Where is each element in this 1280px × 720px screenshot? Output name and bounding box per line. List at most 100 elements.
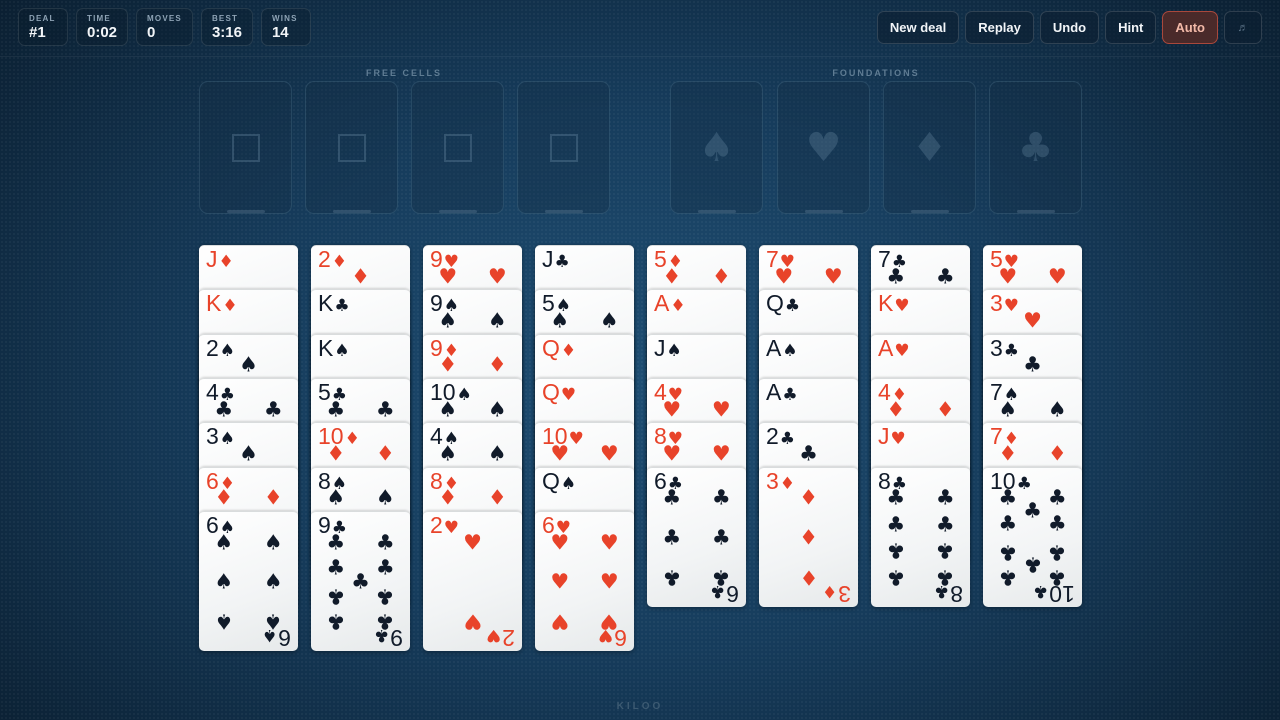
club-icon: ♣ xyxy=(263,397,283,422)
card-corner: Q ♣ xyxy=(766,292,800,315)
heart-icon: ♥ xyxy=(823,264,843,289)
foundation-diamonds[interactable]: ♦ xyxy=(883,81,976,214)
stat-value: #1 xyxy=(29,23,46,41)
club-icon: ♣ xyxy=(1003,340,1020,361)
top-bar: DEAL #1 TIME 0:02 MOVES 0 BEST 3:16 WINS 14 New d… xyxy=(0,0,1280,57)
card-6-of-hearts[interactable]: 6 ♥ ♥ ♥ ♥ ♥ ♥ ♥ 6 ♥ xyxy=(535,510,634,651)
new-deal-button[interactable]: New deal xyxy=(876,11,960,44)
diamond-icon: ♦ xyxy=(911,124,948,171)
card-3-of-diamonds[interactable]: 3 ♦ ♦ ♦ ♦ 3 ♦ xyxy=(759,466,858,607)
club-icon: ♣ xyxy=(998,565,1018,590)
diamond-icon: ♦ xyxy=(998,441,1018,466)
card-corner-bottom: 8 ♣ xyxy=(934,581,963,607)
club-icon: ♣ xyxy=(326,530,346,555)
diamond-icon: ♦ xyxy=(662,264,682,289)
card-rank: J xyxy=(654,334,666,361)
stat-value: 3:16 xyxy=(211,23,242,41)
diamond-icon: ♦ xyxy=(375,441,395,466)
diamond-icon: ♦ xyxy=(487,352,507,377)
empty-slot-icon xyxy=(337,133,366,162)
auto-button[interactable]: Auto xyxy=(1162,11,1218,44)
heart-icon: ♥ xyxy=(599,530,619,555)
card-corner: J ♠ xyxy=(654,334,682,361)
card-9-of-clubs[interactable]: 9 ♣ ♣ ♣ ♣ ♣ ♣ ♣ ♣ ♣ ♣ 9 ♣ xyxy=(311,510,410,651)
heart-icon: ♥ xyxy=(597,624,614,645)
card-corner: 3 ♥ xyxy=(990,292,1019,315)
heart-icon: ♥ xyxy=(711,397,731,422)
club-icon: ♣ xyxy=(375,555,395,580)
card-rank: K xyxy=(878,290,894,317)
free-cell-1[interactable] xyxy=(199,81,292,214)
diamond-icon: ♦ xyxy=(263,485,283,510)
heart-icon: ♥ xyxy=(774,264,794,289)
club-icon: ♣ xyxy=(784,296,801,317)
club-icon: ♣ xyxy=(373,624,390,645)
heart-icon: ♥ xyxy=(998,264,1018,289)
card-corner: A ♥ xyxy=(878,336,910,360)
card-rank: 3 xyxy=(990,290,1003,317)
diamond-icon: ♦ xyxy=(799,565,818,590)
spade-icon: ♠ xyxy=(239,441,258,466)
spade-icon: ♠ xyxy=(334,340,350,361)
card-rank: K xyxy=(318,334,334,361)
card-rank: Q xyxy=(542,467,560,494)
card-rank: 2 xyxy=(502,624,515,651)
card-corner: K ♥ xyxy=(878,292,910,315)
free-cell-2[interactable] xyxy=(305,81,398,214)
club-icon: ♣ xyxy=(375,530,395,555)
foundation-hearts[interactable]: ♥ xyxy=(777,81,870,214)
stat-wins: WINS 14 xyxy=(260,8,311,46)
stat-value: 0 xyxy=(147,23,156,41)
club-icon: ♣ xyxy=(662,485,682,510)
card-6-of-clubs[interactable]: 6 ♣ ♣ ♣ ♣ ♣ ♣ ♣ 6 ♣ xyxy=(647,466,746,607)
card-10-of-clubs[interactable]: 10 ♣ ♣ ♣ ♣ ♣ ♣ ♣ ♣ ♣ ♣ ♣ 10 ♣ xyxy=(983,466,1082,607)
club-icon: ♣ xyxy=(886,565,906,590)
diamond-icon: ♦ xyxy=(438,352,458,377)
free-cell-3[interactable] xyxy=(411,81,504,214)
heart-icon: ♥ xyxy=(890,429,906,450)
club-icon: ♣ xyxy=(709,580,726,601)
club-icon: ♣ xyxy=(1017,124,1054,171)
club-icon: ♣ xyxy=(935,264,955,289)
undo-button[interactable]: Undo xyxy=(1039,11,1100,44)
spade-icon: ♠ xyxy=(219,429,236,450)
diamond-icon: ♦ xyxy=(487,485,507,510)
heart-icon: ♥ xyxy=(550,609,570,634)
heart-icon: ♥ xyxy=(463,609,482,634)
card-corner: 2 ♦ xyxy=(318,248,347,271)
card-rank: 6 xyxy=(614,624,627,651)
diamond-icon: ♦ xyxy=(214,485,234,510)
diamond-icon: ♦ xyxy=(799,485,818,510)
free-cells-label: FREE CELLS xyxy=(365,68,442,78)
club-icon: ♣ xyxy=(375,584,395,609)
free-cell-4[interactable] xyxy=(517,81,610,214)
stat-label: MOVES xyxy=(147,13,182,23)
card-rank: 3 xyxy=(206,423,219,450)
foundation-spades[interactable]: ♠ xyxy=(670,81,763,214)
spade-icon: ♠ xyxy=(214,530,234,555)
club-icon: ♣ xyxy=(1023,352,1042,377)
diamond-icon: ♦ xyxy=(351,264,370,289)
brand-footer: KILOO xyxy=(616,701,664,712)
music-note-icon: ♬ xyxy=(1237,21,1249,34)
club-icon: ♣ xyxy=(886,264,906,289)
spade-icon: ♠ xyxy=(214,569,234,594)
card-6-of-spades[interactable]: 6 ♠ ♠ ♠ ♠ ♠ ♠ ♠ 6 ♠ xyxy=(199,510,298,651)
replay-button[interactable]: Replay xyxy=(965,11,1034,44)
card-rank: K xyxy=(318,290,334,317)
sound-toggle-button[interactable]: ♬ xyxy=(1224,11,1262,44)
card-2-of-hearts[interactable]: 2 ♥ ♥ ♥ 2 ♥ xyxy=(423,510,522,651)
club-icon: ♣ xyxy=(214,397,234,422)
club-icon: ♣ xyxy=(554,252,570,272)
stat-moves: MOVES 0 xyxy=(136,8,193,46)
club-icon: ♣ xyxy=(326,584,346,609)
heart-icon: ♥ xyxy=(550,530,570,555)
card-8-of-clubs[interactable]: 8 ♣ ♣ ♣ ♣ ♣ ♣ ♣ ♣ ♣ 8 ♣ xyxy=(871,466,970,607)
hint-button[interactable]: Hint xyxy=(1105,11,1157,44)
club-icon: ♣ xyxy=(1023,498,1042,523)
heart-icon: ♥ xyxy=(438,264,458,289)
club-icon: ♣ xyxy=(662,525,682,549)
foundation-clubs[interactable]: ♣ xyxy=(989,81,1082,214)
stat-value: 14 xyxy=(271,23,289,41)
stat-deal: DEAL #1 xyxy=(18,8,68,46)
